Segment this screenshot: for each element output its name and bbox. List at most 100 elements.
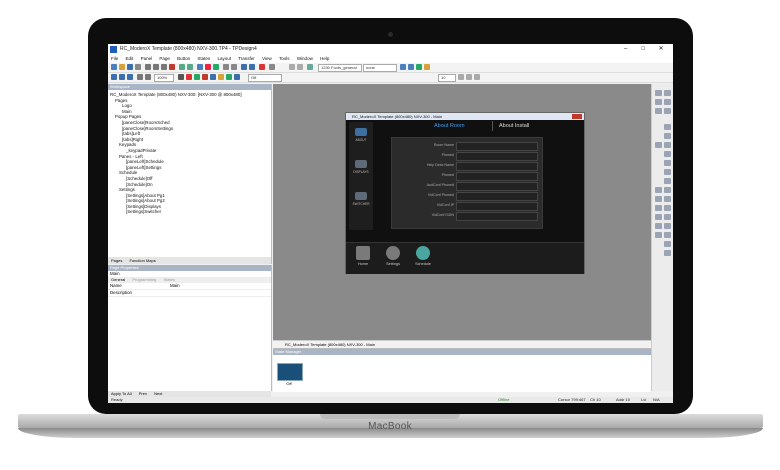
menu-view[interactable]: View <box>259 55 275 63</box>
maximize-button[interactable]: □ <box>635 44 651 55</box>
state-combo[interactable]: Off <box>248 74 282 82</box>
font-combo[interactable]: 1230 Fonts_general <box>318 64 362 72</box>
tool-icon[interactable] <box>664 232 671 238</box>
preview-icon[interactable] <box>241 64 247 70</box>
pencil-icon[interactable] <box>186 74 192 80</box>
image-tool-icon[interactable] <box>218 74 224 80</box>
tool-icon[interactable] <box>655 232 662 238</box>
room-name-field[interactable] <box>456 142 538 151</box>
redo-icon[interactable] <box>187 64 193 70</box>
zoom-combo[interactable]: 100% <box>154 74 174 82</box>
text-center-icon[interactable] <box>466 74 472 80</box>
tool-icon[interactable] <box>664 187 671 193</box>
tool-icon[interactable] <box>655 187 662 193</box>
find-icon[interactable] <box>197 64 203 70</box>
shape-tool-icon[interactable] <box>226 74 232 80</box>
menu-window[interactable]: Window <box>294 55 316 63</box>
tab-about-install[interactable]: About Install <box>492 121 529 131</box>
layers-icon[interactable] <box>249 64 255 70</box>
tool-icon[interactable] <box>664 133 671 139</box>
tool-icon[interactable] <box>655 223 662 229</box>
vidconf-isdn-field[interactable] <box>456 212 538 221</box>
tab-about-room[interactable]: About Room <box>434 121 465 131</box>
vidconf-ip-field[interactable] <box>456 202 538 211</box>
tab-pages[interactable]: Pages <box>108 258 125 263</box>
menu-button[interactable]: Button <box>174 55 193 63</box>
folder-icon[interactable] <box>127 74 133 80</box>
property-value[interactable]: Main <box>170 283 180 289</box>
home-button[interactable]: Home <box>350 246 376 266</box>
apply-to-all-button[interactable]: Apply To All <box>108 391 135 396</box>
text-right-icon[interactable] <box>474 74 480 80</box>
menu-page[interactable]: Page <box>156 55 173 63</box>
menu-help[interactable]: Help <box>317 55 332 63</box>
delete-icon[interactable] <box>169 64 175 70</box>
tree-root[interactable]: RC_ModeroX Template (800x480) NXV-300: [… <box>110 92 242 98</box>
new-icon[interactable] <box>111 64 117 70</box>
menu-edit[interactable]: Edit <box>123 55 137 63</box>
tool-icon[interactable] <box>655 196 662 202</box>
tool-icon[interactable] <box>664 108 671 114</box>
tab-general[interactable]: General <box>108 277 128 282</box>
property-row-name[interactable]: Name Main <box>108 283 271 290</box>
tool-icon[interactable] <box>664 151 671 157</box>
star-icon[interactable] <box>424 64 430 70</box>
copy-icon[interactable] <box>153 64 159 70</box>
close-button[interactable]: ✕ <box>653 44 669 55</box>
page-icon[interactable] <box>111 74 117 80</box>
tree-item-settings-switcher[interactable]: [Settings]Switcher <box>110 209 242 215</box>
menu-file[interactable]: File <box>108 55 121 63</box>
grid-icon[interactable] <box>223 64 229 70</box>
pointer-icon[interactable] <box>178 74 184 80</box>
help-phone-field[interactable] <box>456 172 538 181</box>
tool-icon[interactable] <box>664 214 671 220</box>
settings-button[interactable]: Settings <box>380 246 406 266</box>
next-button[interactable]: Next <box>151 391 165 396</box>
tool-icon[interactable] <box>664 250 671 256</box>
vidconf-phone-field[interactable] <box>456 192 538 201</box>
nav-about[interactable]: ABOUT <box>352 128 370 142</box>
tool-icon[interactable] <box>664 178 671 184</box>
tool-icon[interactable] <box>664 241 671 247</box>
page-close-icon[interactable] <box>572 114 582 119</box>
state-thumbnail[interactable] <box>277 363 303 381</box>
tool-icon[interactable] <box>664 223 671 229</box>
palette-icon[interactable] <box>400 64 406 70</box>
zoom-in-icon[interactable] <box>137 74 143 80</box>
transfer-icon[interactable] <box>213 64 219 70</box>
menu-panel[interactable]: Panel <box>138 55 156 63</box>
tool-icon[interactable] <box>664 142 671 148</box>
chip-icon[interactable] <box>408 64 414 70</box>
tools-icon[interactable] <box>269 64 275 70</box>
tab-function-maps[interactable]: Function Maps <box>126 258 158 263</box>
audconf-field[interactable] <box>456 182 538 191</box>
page-tab-main[interactable]: RC_ModeroX Template (800x480) NXV-300 - … <box>273 342 375 347</box>
nav-switcher[interactable]: SWITCHER <box>352 192 370 206</box>
tool-icon[interactable] <box>655 108 662 114</box>
tab-states[interactable]: States <box>161 277 178 282</box>
help-desk-field[interactable] <box>456 162 538 171</box>
menu-layout[interactable]: Layout <box>214 55 234 63</box>
undo-icon[interactable] <box>179 64 185 70</box>
open-icon[interactable] <box>119 64 125 70</box>
tool-icon[interactable] <box>655 142 662 148</box>
bold-icon[interactable] <box>289 64 295 70</box>
tool-icon[interactable] <box>655 90 662 96</box>
phone-field[interactable] <box>456 152 538 161</box>
button-tool-icon[interactable] <box>202 74 208 80</box>
schedule-button[interactable]: Schedule <box>410 246 436 266</box>
fill-icon[interactable] <box>194 74 200 80</box>
tool-icon[interactable] <box>664 160 671 166</box>
tool-icon[interactable] <box>655 214 662 220</box>
tool-icon[interactable] <box>655 205 662 211</box>
menu-tools[interactable]: Tools <box>276 55 293 63</box>
size-combo[interactable]: none <box>363 64 397 72</box>
tool-icon[interactable] <box>664 90 671 96</box>
menu-transfer[interactable]: Transfer <box>235 55 258 63</box>
snap-icon[interactable] <box>231 64 237 70</box>
tool-icon[interactable] <box>664 124 671 130</box>
cut-icon[interactable] <box>145 64 151 70</box>
italic-icon[interactable] <box>297 64 303 70</box>
font-size-combo[interactable]: 10 <box>438 74 456 82</box>
save-icon[interactable] <box>127 64 133 70</box>
